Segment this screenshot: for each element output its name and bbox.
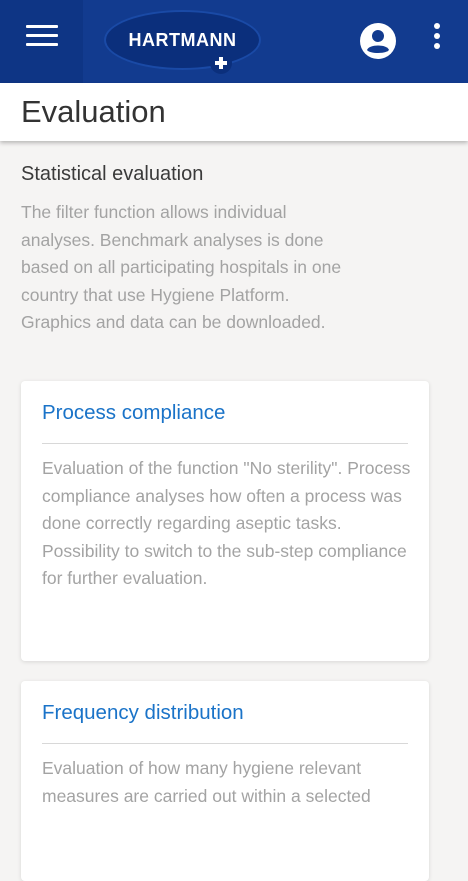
divider: [42, 443, 408, 444]
page-title: Evaluation: [21, 94, 166, 129]
card-title[interactable]: Frequency distribution: [42, 701, 244, 725]
account-circle-icon: [360, 23, 396, 59]
more-options-button[interactable]: [426, 22, 448, 52]
account-button[interactable]: [358, 21, 398, 61]
divider: [42, 743, 408, 744]
hamburger-menu-icon: [25, 24, 58, 47]
page-title-bar: Evaluation: [0, 83, 468, 141]
card-title[interactable]: Process compliance: [42, 401, 225, 425]
logo-plus-icon: [210, 52, 232, 74]
card-description: Evaluation of how many hygiene relevant …: [42, 758, 371, 806]
card-frequency-distribution[interactable]: Frequency distribution Evaluation of how…: [21, 681, 429, 881]
menu-button[interactable]: [0, 0, 83, 83]
more-vertical-icon: [434, 23, 440, 49]
hartmann-logo: HARTMANN: [104, 10, 261, 70]
section-title: Statistical evaluation: [21, 163, 204, 185]
card-description: Evaluation of the function "No sterility…: [42, 458, 411, 588]
section-description: The filter function allows individual an…: [21, 202, 342, 332]
card-process-compliance[interactable]: Process compliance Evaluation of the fun…: [21, 381, 429, 661]
logo-text: HARTMANN: [128, 30, 237, 50]
app-header: HARTMANN: [0, 0, 468, 83]
